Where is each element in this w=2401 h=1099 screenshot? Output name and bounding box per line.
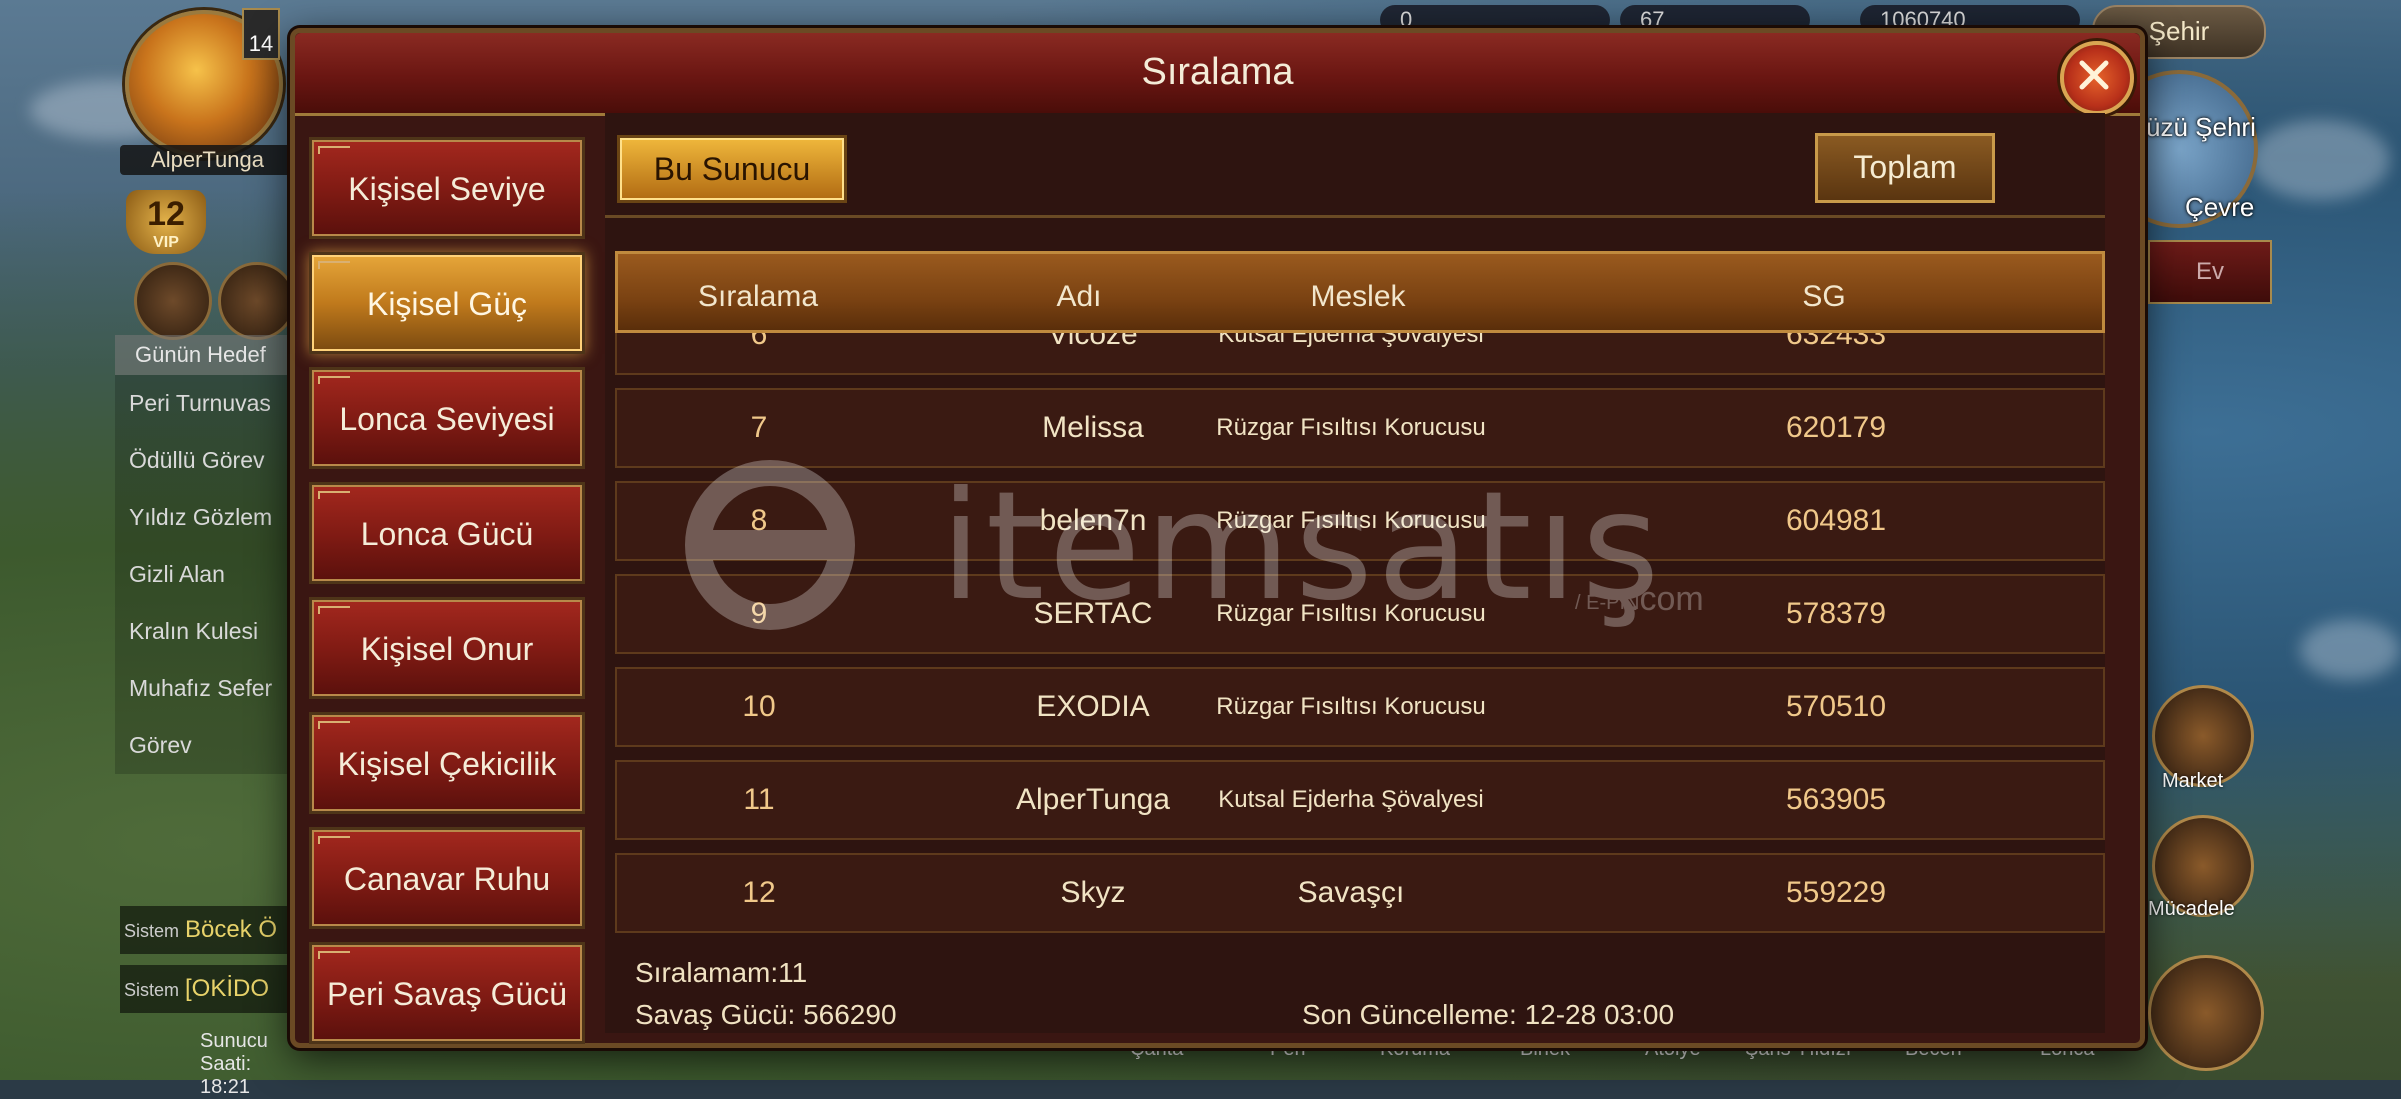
- table-row[interactable]: 11 AlperTunga Kutsal Ejderha Şövalyesi 5…: [615, 760, 2105, 840]
- category-personal-charm[interactable]: Kişisel Çekicilik: [309, 712, 585, 814]
- server-time: Sunucu Saati: 18:21: [200, 1030, 268, 1098]
- row-class: Kutsal Ejderha Şövalyesi: [1218, 786, 1484, 813]
- row-class: Savaşçı: [1297, 876, 1405, 909]
- row-rank: 6: [750, 333, 768, 351]
- player-name: AlperTunga: [120, 145, 295, 175]
- row-class: Rüzgar Fısıltısı Korucusu: [1216, 414, 1486, 441]
- dialog-title: Sıralama: [1141, 51, 1294, 93]
- tab-total[interactable]: Toplam: [1815, 133, 1995, 203]
- last-update: Son Güncelleme: 12-28 03:00: [1302, 999, 1675, 1030]
- row-rank: 12: [742, 876, 776, 909]
- row-name: Melissa: [1042, 411, 1144, 444]
- home-button[interactable]: Ev: [2148, 240, 2272, 304]
- category-guild-level[interactable]: Lonca Seviyesi: [309, 367, 585, 469]
- watermark-logo-icon: [685, 460, 855, 630]
- key-icon[interactable]: [218, 262, 296, 340]
- row-name: EXODIA: [1036, 690, 1150, 723]
- watermark-brand: itemsatış: [940, 460, 1664, 634]
- task-item[interactable]: Gizli Alan: [115, 546, 295, 603]
- surroundings-label[interactable]: Çevre: [2185, 192, 2254, 223]
- vip-badge[interactable]: 12 VIP: [126, 190, 206, 254]
- vip-label: VIP: [153, 234, 179, 251]
- close-button[interactable]: [2060, 41, 2134, 115]
- close-icon: [2079, 60, 2109, 90]
- row-name: Skyz: [1060, 876, 1126, 909]
- table-row[interactable]: 10 EXODIA Rüzgar Fısıltısı Korucusu 5705…: [615, 667, 2105, 747]
- row-power: 578379: [1785, 597, 1887, 630]
- ranking-category-list: Kişisel Seviye Kişisel Güç Lonca Seviyes…: [309, 137, 589, 1057]
- task-item[interactable]: Görev: [115, 717, 295, 774]
- table-row[interactable]: 12 Skyz Savaşçı 559229: [615, 853, 2105, 933]
- chat-text: Böcek Ö: [185, 916, 278, 943]
- daily-task-title[interactable]: Günün Hedef: [115, 335, 295, 375]
- watermark-domain: .com: [1630, 580, 1704, 618]
- task-item[interactable]: Kralın Kulesi: [115, 603, 295, 660]
- battle-label: Mücadele: [2148, 898, 2235, 920]
- column-rank: Sıralama: [697, 280, 819, 313]
- ranking-footer: Sıralamam:11 Savaş Gücü: 566290 Son Günc…: [615, 953, 2105, 1033]
- row-power: 604981: [1785, 504, 1887, 537]
- table-header: Sıralama Adı Meslek SG: [615, 251, 2105, 333]
- scroll-icon[interactable]: [134, 262, 212, 340]
- left-hud: 14 AlperTunga 12 VIP Günün Hedef Peri Tu…: [0, 0, 300, 1098]
- category-fairy-battle-power[interactable]: Peri Savaş Gücü: [309, 942, 585, 1044]
- category-monster-soul[interactable]: Canavar Ruhu: [309, 827, 585, 929]
- column-class: Meslek: [1310, 280, 1406, 313]
- chat-text: [OKİDO: [185, 975, 270, 1002]
- row-rank: 10: [742, 690, 776, 723]
- row-name: Vicoze: [1048, 333, 1138, 351]
- tab-divider: [605, 215, 2105, 218]
- task-item[interactable]: Yıldız Gözlem: [115, 489, 295, 546]
- daily-task-list: Günün Hedef Peri Turnuvas Ödüllü Görev Y…: [115, 335, 295, 774]
- row-rank: 7: [750, 411, 768, 444]
- row-power: 620179: [1785, 411, 1887, 444]
- watermark: itemsatış / E-PIN .com: [640, 460, 1760, 634]
- dialog-header: Sıralama: [295, 33, 2140, 116]
- player-level-badge: 14: [242, 8, 280, 60]
- row-class: Kutsal Ejderha Şövalyesi: [1218, 333, 1484, 348]
- task-item[interactable]: Peri Turnuvas: [115, 375, 295, 432]
- chat-message[interactable]: Sistem [OKİDO: [120, 965, 300, 1013]
- ranking-table[interactable]: 6 Vicoze Kutsal Ejderha Şövalyesi 632433…: [615, 333, 2105, 938]
- column-power: SG: [1802, 280, 1846, 313]
- category-guild-power[interactable]: Lonca Gücü: [309, 482, 585, 584]
- row-name: AlperTunga: [1016, 783, 1170, 816]
- column-name: Adı: [1056, 280, 1102, 313]
- chat-message[interactable]: Sistem Böcek Ö: [120, 906, 300, 954]
- category-personal-honor[interactable]: Kişisel Onur: [309, 597, 585, 699]
- row-rank: 11: [743, 783, 775, 816]
- main-menu-icon[interactable]: [2148, 955, 2264, 1071]
- row-power: 559229: [1785, 876, 1887, 909]
- row-power: 563905: [1785, 783, 1887, 816]
- vip-level: 12: [147, 195, 185, 233]
- row-class: Rüzgar Fısıltısı Korucusu: [1216, 693, 1486, 720]
- category-personal-power[interactable]: Kişisel Güç: [309, 252, 585, 354]
- market-label: Market: [2162, 770, 2224, 792]
- category-personal-level[interactable]: Kişisel Seviye: [309, 137, 585, 239]
- task-item[interactable]: Muhafız Sefer: [115, 660, 295, 717]
- table-row[interactable]: 6 Vicoze Kutsal Ejderha Şövalyesi 632433: [615, 333, 2105, 375]
- chat-channel: Sistem: [124, 980, 180, 1000]
- chat-channel: Sistem: [124, 921, 180, 941]
- table-row[interactable]: 7 Melissa Rüzgar Fısıltısı Korucusu 6201…: [615, 388, 2105, 468]
- row-power: 632433: [1785, 333, 1887, 351]
- tab-this-server[interactable]: Bu Sunucu: [617, 135, 847, 203]
- row-power: 570510: [1785, 690, 1887, 723]
- my-rank: Sıralamam:11: [635, 957, 808, 988]
- task-item[interactable]: Ödüllü Görev: [115, 432, 295, 489]
- my-battle-power: Savaş Gücü: 566290: [635, 999, 897, 1030]
